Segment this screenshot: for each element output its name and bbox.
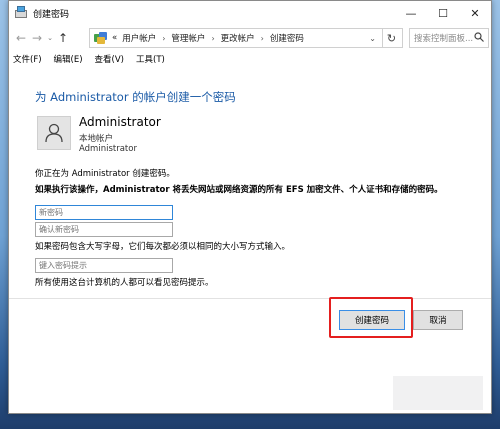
password-hint-field[interactable] bbox=[35, 258, 173, 273]
account-type: 本地帐户 bbox=[79, 134, 114, 144]
address-bar[interactable]: « 用户帐户 › 管理帐户 › 更改帐户 › 创建密码 ⌄ bbox=[89, 28, 383, 48]
control-panel-small-icon bbox=[94, 32, 108, 44]
main-content: 为 Administrator 的帐户创建一个密码 Administrator … bbox=[9, 69, 491, 413]
menu-file[interactable]: 文件(F) bbox=[13, 53, 42, 65]
breadcrumb-overflow[interactable]: « bbox=[112, 33, 117, 43]
breadcrumb-separator-icon[interactable]: › bbox=[261, 34, 264, 43]
breadcrumb-change-account[interactable]: 更改帐户 bbox=[221, 32, 255, 44]
navigation-bar: ← → ⌄ ↑ « 用户帐户 › 管理帐户 › 更改帐户 › 创建密码 ⌄ ↻ … bbox=[9, 25, 491, 51]
hint-visibility-note: 所有使用这台计算机的人都可以看见密码提示。 bbox=[35, 278, 214, 288]
breadcrumb-separator-icon[interactable]: › bbox=[211, 34, 214, 43]
search-input[interactable]: 搜索控制面板... bbox=[409, 28, 489, 48]
window-controls: — ☐ ✕ bbox=[395, 1, 491, 25]
new-password-field[interactable] bbox=[35, 205, 173, 220]
cancel-button[interactable]: 取消 bbox=[413, 310, 463, 330]
breadcrumb-separator-icon[interactable]: › bbox=[162, 34, 165, 43]
breadcrumb-manage-accounts[interactable]: 管理帐户 bbox=[171, 32, 205, 44]
search-placeholder: 搜索控制面板... bbox=[414, 34, 474, 44]
menu-view[interactable]: 查看(V) bbox=[95, 53, 124, 65]
create-password-window: 创建密码 — ☐ ✕ ← → ⌄ ↑ « 用户帐户 › 管理帐户 › 更改帐户 … bbox=[8, 0, 492, 414]
recent-locations-chevron-icon[interactable]: ⌄ bbox=[45, 34, 55, 42]
forward-arrow-icon[interactable]: → bbox=[29, 31, 45, 45]
menu-tools[interactable]: 工具(T) bbox=[136, 53, 165, 65]
account-role: Administrator bbox=[79, 144, 137, 154]
divider bbox=[9, 298, 491, 299]
menu-bar: 文件(F) 编辑(E) 查看(V) 工具(T) bbox=[9, 51, 491, 67]
window-title: 创建密码 bbox=[33, 9, 70, 20]
breadcrumb-create-password[interactable]: 创建密码 bbox=[270, 32, 304, 44]
warning-text: 如果执行该操作，Administrator 将丢失网站或网络资源的所有 EFS … bbox=[35, 185, 443, 195]
close-button[interactable]: ✕ bbox=[459, 1, 491, 25]
breadcrumb-user-accounts[interactable]: 用户帐户 bbox=[122, 32, 156, 44]
info-text: 你正在为 Administrator 创建密码。 bbox=[35, 169, 175, 179]
search-icon[interactable] bbox=[474, 32, 484, 45]
confirm-password-field[interactable] bbox=[35, 222, 173, 237]
refresh-icon[interactable]: ↻ bbox=[381, 28, 403, 48]
title-bar: 创建密码 — ☐ ✕ bbox=[9, 1, 491, 25]
up-arrow-icon[interactable]: ↑ bbox=[55, 31, 71, 45]
page-title: 为 Administrator 的帐户创建一个密码 bbox=[35, 90, 236, 104]
control-panel-icon bbox=[15, 6, 27, 18]
watermark-overlay bbox=[393, 376, 483, 410]
case-sensitivity-note: 如果密码包含大写字母，它们每次都必须以相同的大小写方式输入。 bbox=[35, 242, 291, 252]
menu-edit[interactable]: 编辑(E) bbox=[54, 53, 83, 65]
account-name: Administrator bbox=[79, 115, 161, 129]
address-dropdown-icon[interactable]: ⌄ bbox=[369, 34, 376, 43]
user-avatar-icon bbox=[37, 116, 71, 150]
minimize-button[interactable]: — bbox=[395, 1, 427, 25]
back-arrow-icon[interactable]: ← bbox=[13, 31, 29, 45]
maximize-button[interactable]: ☐ bbox=[427, 1, 459, 25]
create-password-button[interactable]: 创建密码 bbox=[339, 310, 405, 330]
